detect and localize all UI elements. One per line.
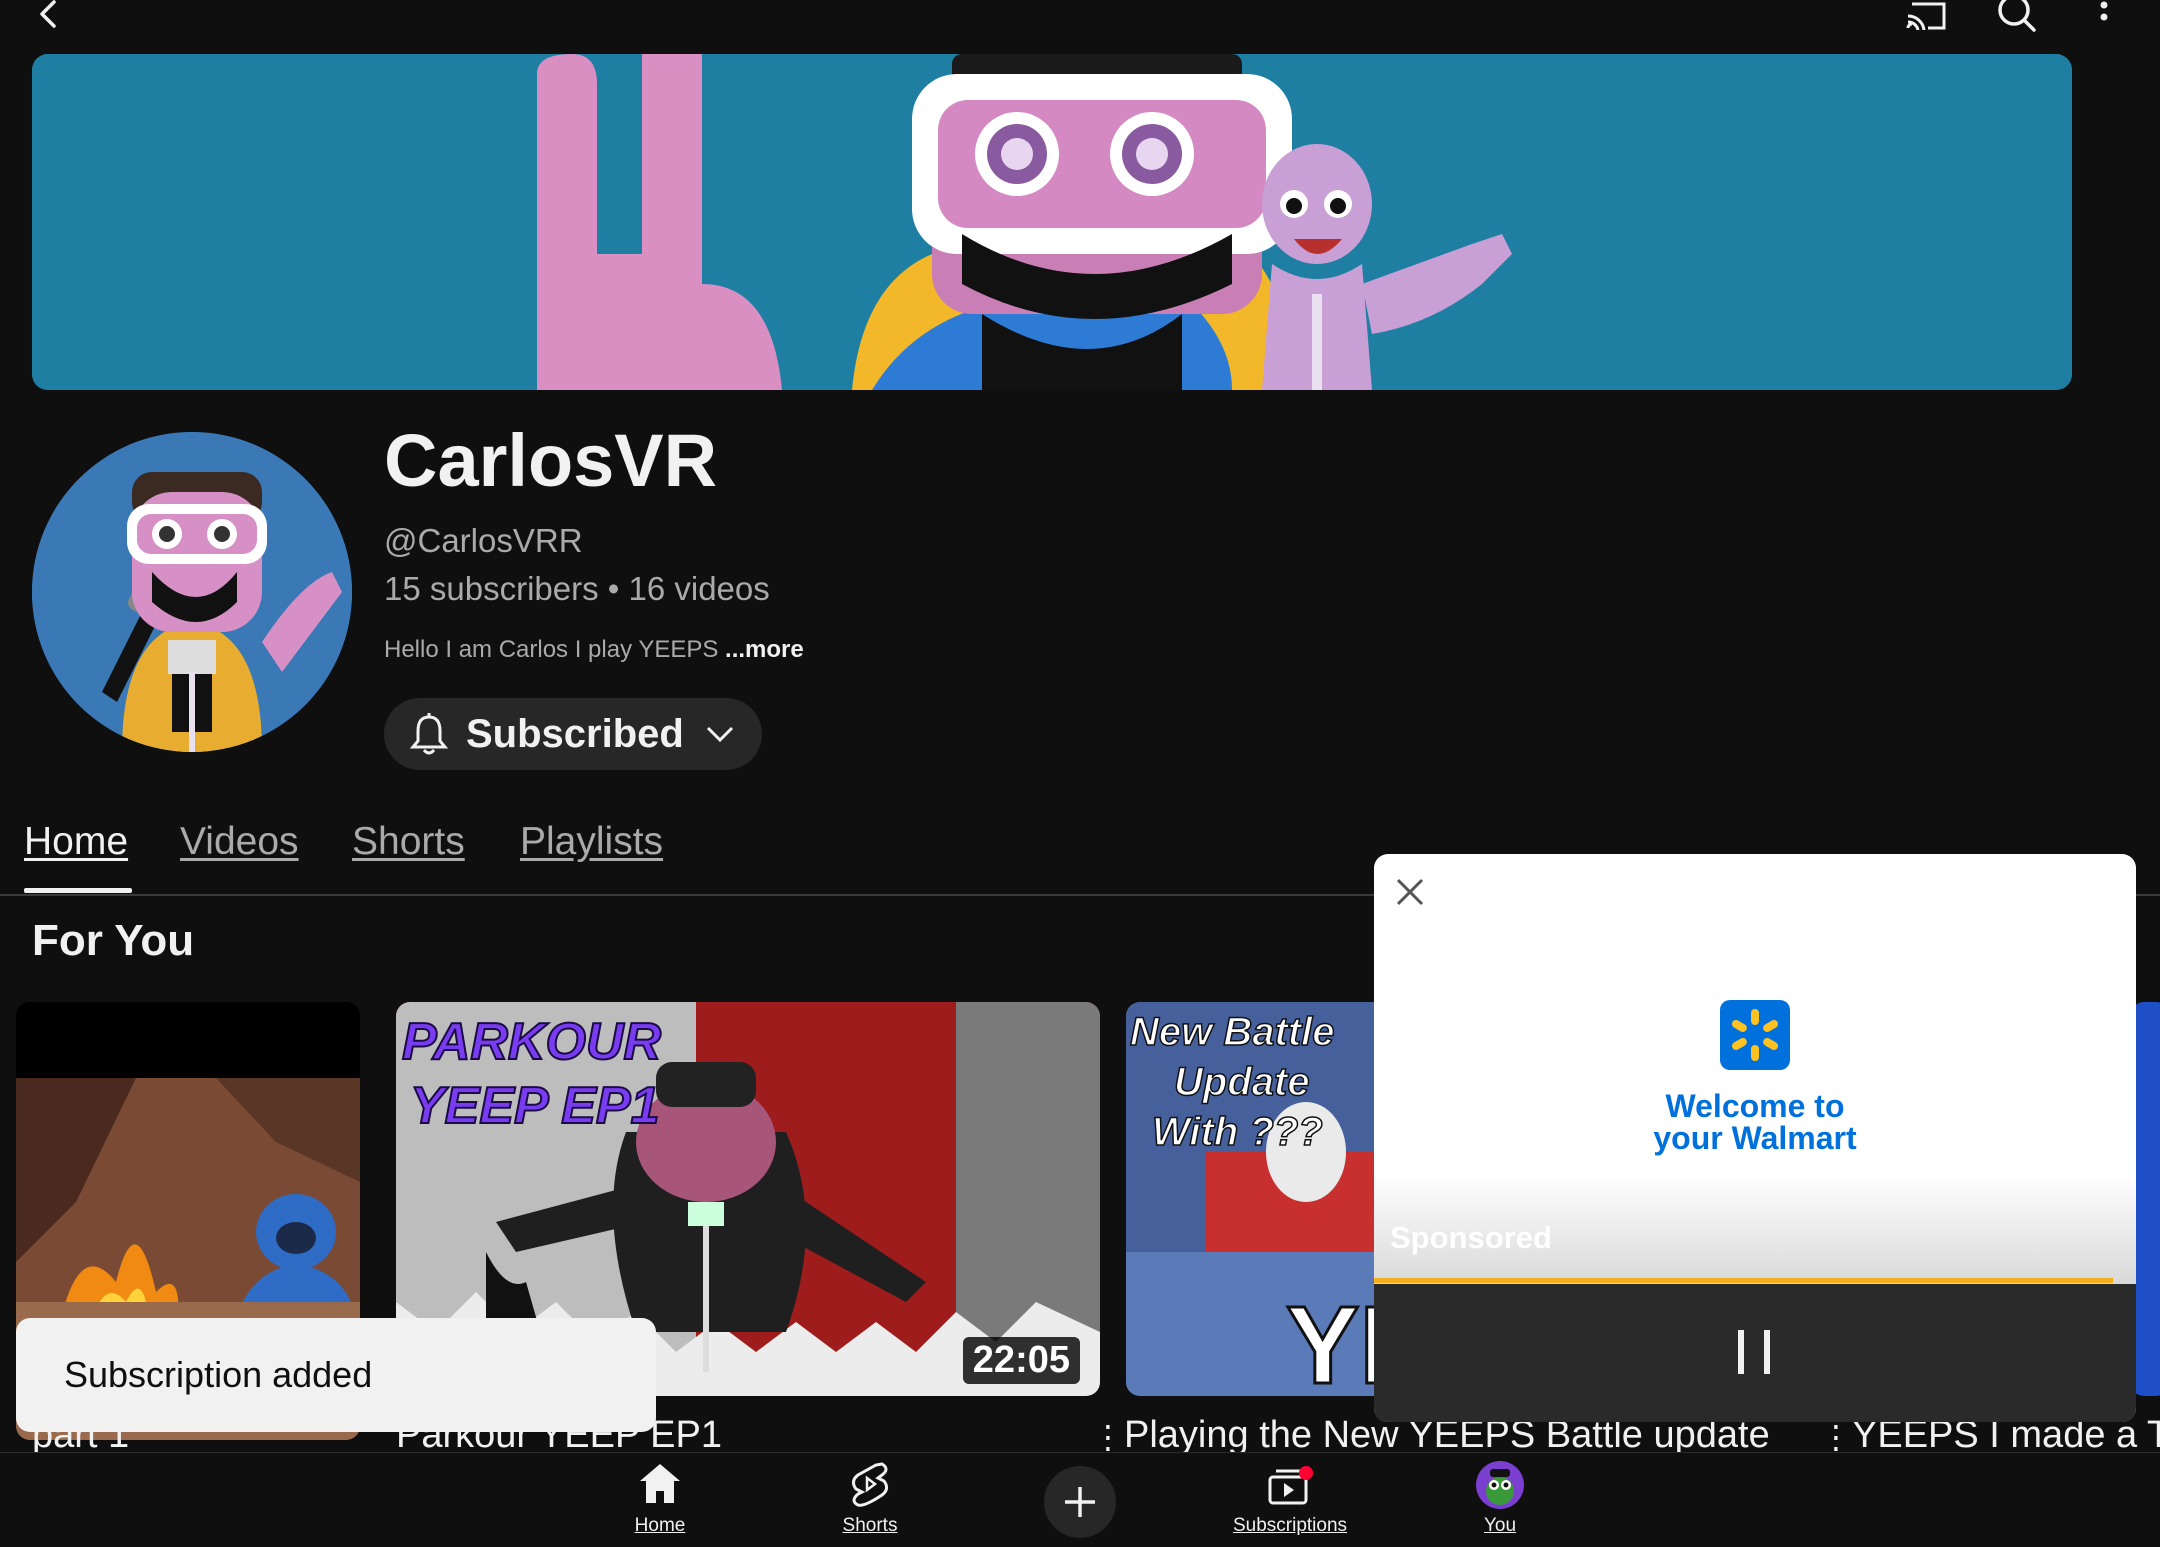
ad-headline-line1: Welcome to	[1665, 1088, 1845, 1124]
bottom-navigation: Home Shorts Subscriptions You	[0, 1452, 2160, 1547]
subscribed-button[interactable]: Subscribed	[384, 698, 762, 770]
video-duration: 22:05	[962, 1337, 1080, 1384]
thumbnail-text-line1: New Battle	[1129, 1009, 1335, 1055]
tab-shorts[interactable]: Shorts	[352, 820, 465, 864]
snackbar-toast: Subscription added	[16, 1318, 656, 1432]
cast-icon[interactable]	[1906, 0, 1950, 30]
sponsored-label: Sponsored	[1390, 1220, 1552, 1255]
thumbnail-text-line2: YEEP EP1	[409, 1076, 661, 1136]
search-icon[interactable]	[1996, 0, 2040, 32]
video-more-icon[interactable]: ⋮	[1092, 1418, 1124, 1456]
subscriptions-icon	[1268, 1466, 1313, 1505]
notification-dot	[1299, 1466, 1313, 1480]
avatar-artwork	[32, 432, 352, 752]
nav-label-home: Home	[634, 1515, 686, 1536]
chevron-down-icon	[706, 726, 733, 743]
walmart-logo-icon	[1720, 1000, 1790, 1070]
channel-stats: 15 subscribers • 16 videos	[384, 570, 770, 607]
channel-avatar[interactable]	[32, 432, 352, 752]
tab-videos[interactable]: Videos	[180, 820, 299, 864]
sponsored-ad-panel[interactable]: Welcome to your Walmart Sponsored	[1374, 854, 2136, 1422]
back-arrow-icon[interactable]	[30, 0, 64, 34]
nav-label-shorts: Shorts	[842, 1515, 898, 1536]
shorts-icon	[851, 1462, 889, 1507]
subscribed-label: Subscribed	[466, 711, 684, 756]
active-tab-indicator	[24, 888, 132, 893]
video-more-icon[interactable]: ⋮	[1820, 1418, 1852, 1456]
ad-headline-line2: your Walmart	[1653, 1120, 1857, 1156]
nav-label-you: You	[1483, 1515, 1517, 1536]
ad-controls	[1374, 1284, 2136, 1422]
channel-handle: @CarlosVRR	[384, 522, 583, 559]
nav-label-subscriptions: Subscriptions	[1232, 1515, 1348, 1536]
more-options-icon[interactable]	[2094, 0, 2114, 30]
close-icon[interactable]	[1394, 876, 1426, 908]
top-app-bar	[0, 0, 2160, 40]
channel-banner	[32, 54, 2072, 390]
home-icon	[640, 1464, 680, 1503]
plus-icon	[1065, 1487, 1095, 1517]
thumbnail-text-line1: PARKOUR	[401, 1012, 662, 1072]
pause-icon[interactable]	[1736, 1328, 1772, 1376]
thumbnail-text-line3: With ???	[1151, 1109, 1323, 1155]
create-button[interactable]	[1044, 1466, 1116, 1538]
thumbnail-text-line2: Update	[1173, 1059, 1310, 1105]
profile-avatar	[1476, 1461, 1524, 1509]
channel-name: CarlosVR	[384, 419, 718, 502]
description-text: Hello I am Carlos I play YEEPS	[384, 636, 719, 663]
more-link[interactable]: ...more	[725, 636, 804, 663]
channel-description[interactable]: Hello I am Carlos I play YEEPS ...more	[384, 636, 804, 664]
section-title: For You	[32, 916, 195, 965]
tab-playlists[interactable]: Playlists	[520, 820, 663, 864]
tab-home[interactable]: Home	[24, 820, 128, 864]
bell-icon	[410, 713, 448, 755]
ad-progress-bar	[1374, 1278, 2114, 1283]
banner-artwork	[32, 54, 2072, 390]
